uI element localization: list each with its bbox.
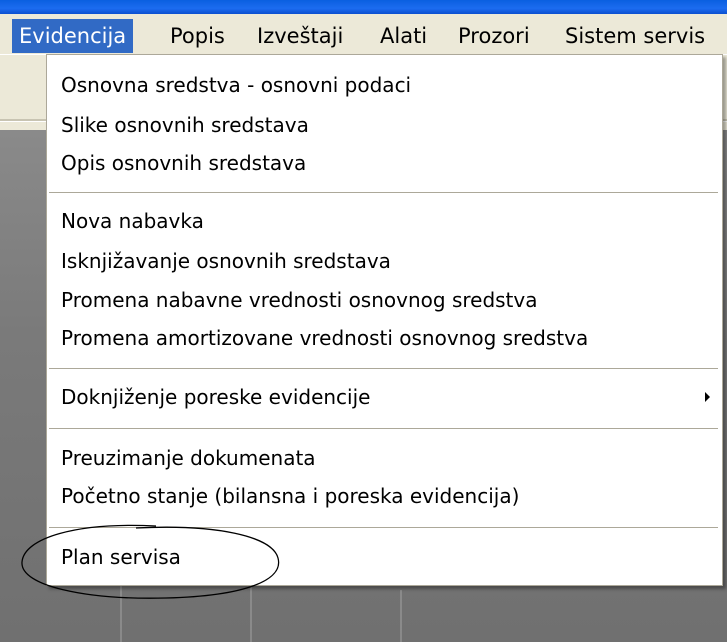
submenu-arrow-icon xyxy=(705,392,710,402)
window-title-bar xyxy=(0,0,727,14)
menu-alati[interactable]: Alati xyxy=(373,19,434,53)
menu-separator xyxy=(49,428,718,429)
menu-item-preuzimanje-dokumenata[interactable]: Preuzimanje dokumenata xyxy=(61,442,316,474)
menu-bar: Evidencija Popis Izveštaji Alati Prozori… xyxy=(0,14,727,54)
menu-item-isknjizavanje[interactable]: Isknjižavanje osnovnih sredstava xyxy=(61,245,391,277)
annotation-ellipse xyxy=(21,524,280,599)
evidencija-dropdown-menu: Osnovna sredstva - osnovni podaci Slike … xyxy=(46,54,723,586)
menu-item-slike-osnovnih-sredstava[interactable]: Slike osnovnih sredstava xyxy=(61,109,309,141)
menu-item-doknjizenje-poreske-evidencije[interactable]: Doknjiženje poreske evidencije xyxy=(61,381,370,413)
menu-izvestaji[interactable]: Izveštaji xyxy=(250,19,350,53)
menu-item-nova-nabavka[interactable]: Nova nabavka xyxy=(61,205,204,237)
menu-item-promena-amortizovane-vrednosti[interactable]: Promena amortizovane vrednosti osnovnog … xyxy=(61,322,588,354)
menu-sistem-servis[interactable]: Sistem servis xyxy=(558,19,712,53)
menu-item-opis-osnovnih-sredstava[interactable]: Opis osnovnih sredstava xyxy=(61,147,306,179)
menu-prozori[interactable]: Prozori xyxy=(451,19,537,53)
menu-item-pocetno-stanje[interactable]: Početno stanje (bilansna i poreska evide… xyxy=(61,480,519,512)
menu-separator xyxy=(49,192,718,193)
menu-evidencija[interactable]: Evidencija xyxy=(12,19,134,53)
menu-item-osnovna-sredstva[interactable]: Osnovna sredstva - osnovni podaci xyxy=(61,69,411,101)
background-streak xyxy=(400,590,402,642)
menu-item-promena-nabavne-vrednosti[interactable]: Promena nabavne vrednosti osnovnog sreds… xyxy=(61,284,538,316)
menu-popis[interactable]: Popis xyxy=(163,19,232,53)
menu-separator xyxy=(49,368,718,369)
